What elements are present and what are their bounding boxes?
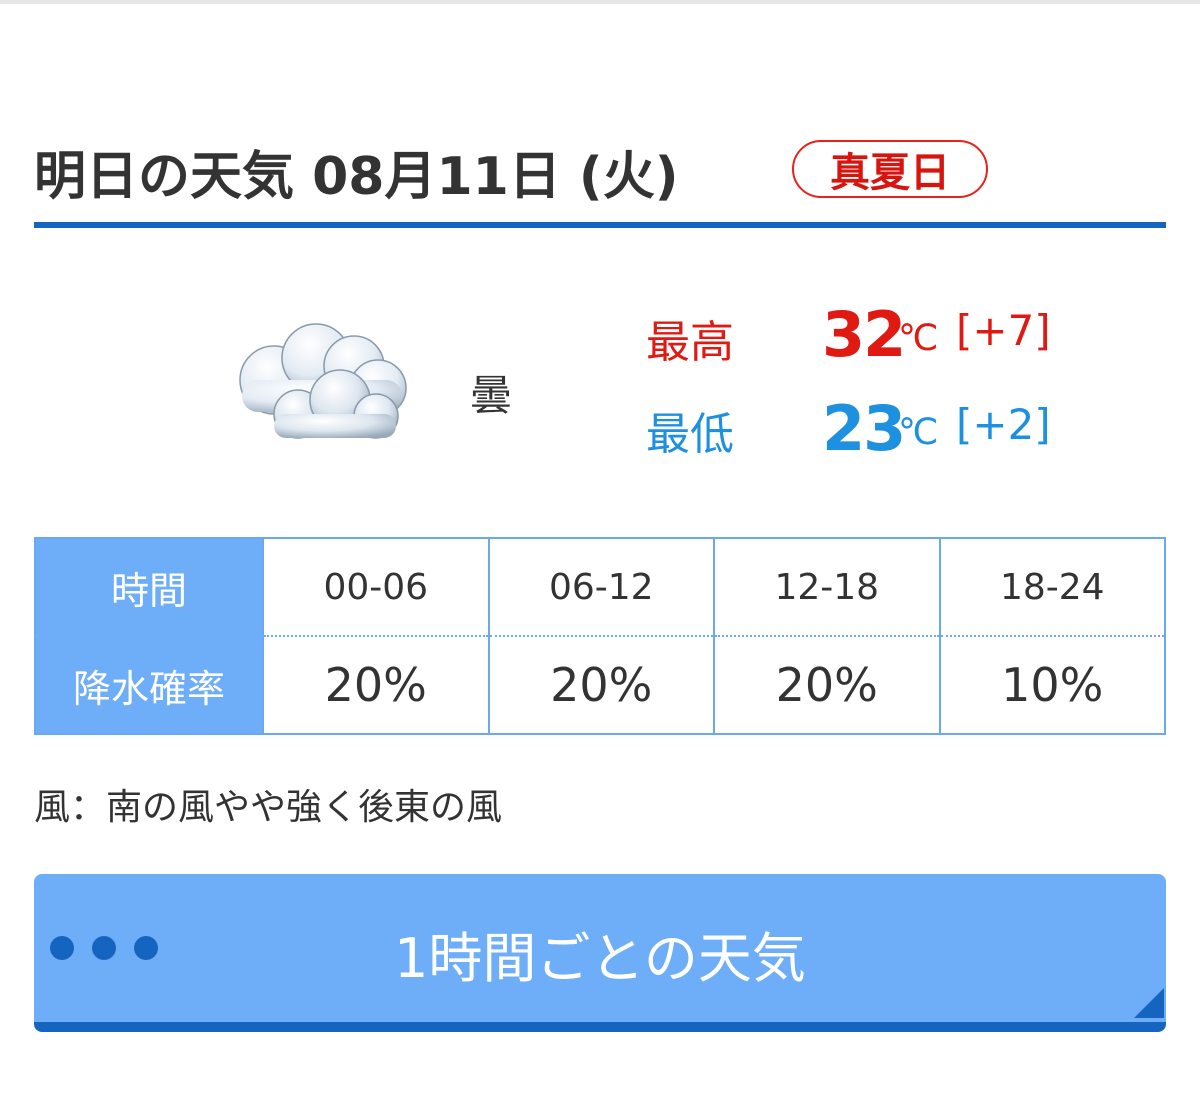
top-border xyxy=(0,0,1200,4)
cloud-icon xyxy=(239,323,407,439)
high-temp-value: 32 xyxy=(822,298,906,371)
low-temp-unit: ℃ xyxy=(898,412,939,453)
corner-triangle-icon xyxy=(1134,988,1164,1018)
hourly-weather-button[interactable]: 1時間ごとの天気 xyxy=(34,874,1166,1032)
time-period-1: 06-12 xyxy=(487,537,715,637)
time-header: 時間 xyxy=(34,537,264,637)
forecast-header: 明日の天気 08月11日 (火) 真夏日 xyxy=(34,130,1166,228)
high-temp-label: 最高 xyxy=(646,317,734,368)
time-period-3: 18-24 xyxy=(938,537,1166,637)
precipitation-table: 時間 00-06 06-12 12-18 18-24 降水確率 20% 20% … xyxy=(34,537,1166,735)
header-divider xyxy=(34,222,1166,228)
wind-forecast: 風：南の風やや強く後東の風 xyxy=(34,787,503,828)
precipitation-value-0: 20% xyxy=(262,636,490,735)
weather-page: 明日の天気 08月11日 (火) 真夏日 曇 最高 32 ℃ [+7] 最低 2… xyxy=(0,0,1200,1111)
time-row: 時間 00-06 06-12 12-18 18-24 xyxy=(34,537,1166,637)
precipitation-value-2: 20% xyxy=(713,636,941,735)
low-temp-label: 最低 xyxy=(646,409,734,460)
precipitation-row: 降水確率 20% 20% 20% 10% xyxy=(34,635,1166,735)
high-temp-unit: ℃ xyxy=(898,318,939,359)
hourly-weather-button-label: 1時間ごとの天気 xyxy=(394,927,806,990)
low-temp-diff: [+2] xyxy=(956,400,1051,449)
precipitation-value-3: 10% xyxy=(938,636,1166,735)
low-temp-value: 23 xyxy=(822,392,906,465)
time-period-0: 00-06 xyxy=(262,537,490,637)
time-period-2: 12-18 xyxy=(713,537,941,637)
midsummer-day-badge: 真夏日 xyxy=(792,140,988,198)
precipitation-header: 降水確率 xyxy=(34,635,264,735)
high-temp-diff: [+7] xyxy=(956,306,1051,355)
precipitation-value-1: 20% xyxy=(487,636,715,735)
page-title: 明日の天気 08月11日 (火) xyxy=(34,147,679,207)
weather-condition: 曇 xyxy=(470,371,513,420)
